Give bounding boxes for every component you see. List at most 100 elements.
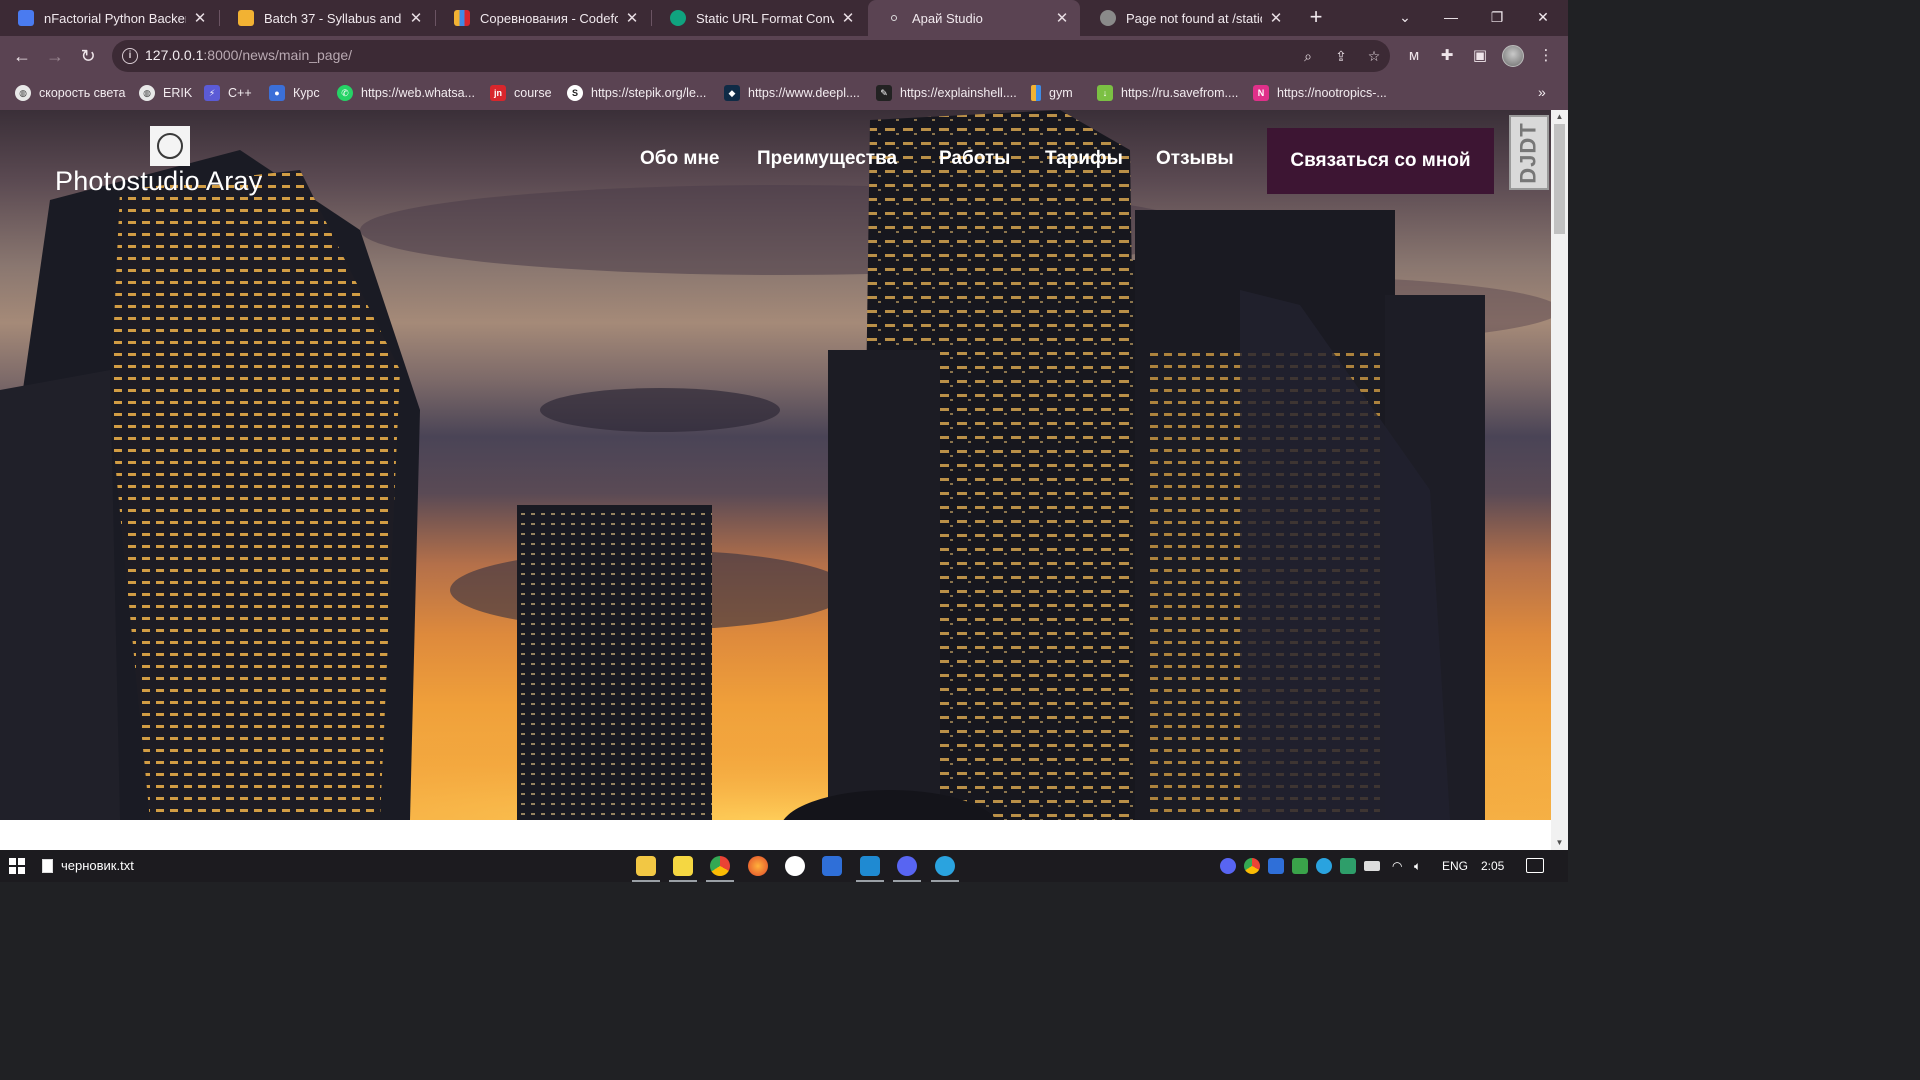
bars-icon [1031, 85, 1041, 101]
bookmark-label: course [514, 86, 552, 100]
logo-circle-icon [150, 126, 190, 166]
bookmark-label: https://web.whatsa... [361, 86, 475, 100]
profile-avatar[interactable] [1502, 45, 1524, 67]
close-icon[interactable]: ✕ [624, 9, 640, 27]
nav-advantages[interactable]: Преимущества [757, 148, 897, 174]
wifi-icon[interactable]: ◠ [1392, 859, 1402, 873]
forward-icon[interactable]: → [41, 42, 69, 70]
globe-icon: ◍ [139, 85, 155, 101]
bookmark-label: https://www.deepl.... [748, 86, 860, 100]
bookmark-item[interactable]: Nhttps://nootropics-... [1253, 84, 1387, 102]
window-close-icon[interactable]: ✕ [1520, 0, 1566, 34]
nav-about[interactable]: Обо мне [640, 148, 720, 174]
bookmark-label: https://explainshell.... [900, 86, 1017, 100]
extension-m-icon[interactable]: ᴍ [1404, 46, 1424, 66]
tray-m-icon[interactable] [1268, 858, 1284, 874]
menu-kebab-icon[interactable]: ⋮ [1536, 46, 1556, 66]
tray-discord-icon[interactable] [1220, 858, 1236, 874]
close-icon[interactable]: ✕ [1268, 9, 1284, 27]
bookmark-star-icon[interactable]: ☆ [1366, 48, 1382, 64]
maximize-icon[interactable]: ❐ [1474, 0, 1520, 34]
browser-toolbar: ← → ↻ i 127.0.0.1:8000/news/main_page/ ⌕… [0, 36, 1568, 76]
bookmark-item[interactable]: ◍ ERIK [139, 84, 192, 102]
nav-works[interactable]: Работы [939, 148, 1010, 174]
zoom-icon[interactable]: ⌕ [1300, 48, 1316, 64]
bookmarks-overflow-icon[interactable]: » [1538, 84, 1546, 100]
nav-reviews[interactable]: Отзывы [1156, 148, 1234, 174]
site-info-icon[interactable]: i [122, 48, 138, 64]
sticky-notes-icon[interactable] [669, 856, 697, 882]
tab-favicon [454, 10, 470, 26]
volume-icon[interactable]: 🔈︎ [1414, 859, 1421, 874]
bookmark-label: скорость света [39, 86, 126, 100]
bookmark-item[interactable]: ⚡ C++ [204, 84, 252, 102]
tab-favicon [238, 10, 254, 26]
page-scrollbar[interactable]: ▲ ▼ [1551, 110, 1568, 850]
firefox-icon[interactable] [748, 856, 768, 876]
url-path: :8000/news/main_page/ [203, 47, 353, 63]
tab-search-icon[interactable]: ⌄ [1382, 0, 1428, 34]
discord-icon[interactable] [893, 856, 921, 882]
share-icon[interactable]: ⇪ [1333, 48, 1349, 64]
tab-favicon [18, 10, 34, 26]
close-icon[interactable]: ✕ [408, 9, 424, 27]
tray-chrome-icon[interactable] [1244, 858, 1260, 874]
nav-pricing[interactable]: Тарифы [1045, 148, 1123, 174]
bookmark-item[interactable]: ◆ https://www.deepl.... [724, 84, 860, 102]
tab-page-not-found[interactable]: Page not found at /static/n ✕ [1082, 0, 1294, 36]
debug-toolbar-handle[interactable]: DJDT [1509, 115, 1549, 190]
side-panel-icon[interactable]: ▣ [1470, 46, 1490, 66]
hero-section: Photostudio Aray Обо мне Преимущества Ра… [0, 110, 1551, 820]
close-icon[interactable]: ✕ [840, 9, 856, 27]
bookmark-label: ERIK [163, 86, 193, 100]
yandex-browser-icon[interactable] [785, 856, 805, 876]
chrome-icon[interactable] [706, 856, 734, 882]
tray-network-app-icon[interactable] [1340, 858, 1356, 874]
bookmark-item[interactable]: ✎ https://explainshell.... [876, 84, 1017, 102]
text-file-icon [42, 858, 53, 873]
battery-icon[interactable] [1364, 861, 1380, 871]
scrollbar-thumb[interactable] [1554, 124, 1565, 234]
close-icon[interactable]: ✕ [192, 9, 208, 27]
tray-nvidia-icon[interactable] [1292, 858, 1308, 874]
bookmark-item[interactable]: jn course [490, 84, 552, 102]
extensions-puzzle-icon[interactable]: ✚ [1437, 46, 1457, 66]
tab-chatgpt[interactable]: Static URL Format Conversio ✕ [652, 0, 866, 36]
tray-telegram-icon[interactable] [1316, 858, 1332, 874]
tab-codeforces[interactable]: Соревнования - Codeforce ✕ [436, 0, 650, 36]
clock-time[interactable]: 2:05 [1481, 859, 1504, 873]
close-icon[interactable]: ✕ [1054, 9, 1070, 27]
file-explorer-icon[interactable] [632, 856, 660, 882]
new-tab-button[interactable]: + [1304, 5, 1328, 29]
bookmark-item[interactable]: ↓ https://ru.savefrom.... [1097, 84, 1238, 102]
tab-batch37[interactable]: Batch 37 - Syllabus and ma ✕ [220, 0, 434, 36]
bookmark-label: https://ru.savefrom.... [1121, 86, 1239, 100]
telegram-icon[interactable] [931, 856, 959, 882]
scroll-down-icon[interactable]: ▼ [1551, 836, 1568, 850]
bookmark-label: Курс [293, 86, 320, 100]
tab-aray-studio[interactable]: Арай Studio ✕ [868, 0, 1080, 36]
taskbar-open-file[interactable]: черновик.txt [42, 858, 134, 873]
bookmark-item[interactable]: Shttps://stepik.org/le... [567, 84, 706, 102]
bookmark-item[interactable]: ● Курс [269, 84, 320, 102]
contact-me-button[interactable]: Связаться со мной [1267, 128, 1494, 194]
bookmark-item[interactable]: ◍ скорость света [15, 84, 126, 102]
vscode-icon[interactable] [856, 856, 884, 882]
notifications-icon[interactable] [1526, 858, 1544, 873]
tab-nfactorial[interactable]: nFactorial Python Backend ✕ [0, 0, 218, 36]
windows-taskbar: черновик.txt ◠ 🔈︎ ENG 2:05 [0, 850, 1568, 882]
back-icon[interactable]: ← [8, 42, 36, 70]
bookmark-item[interactable]: ✆ https://web.whatsa... [337, 84, 475, 102]
minimize-icon[interactable]: — [1428, 0, 1474, 34]
tab-title: Page not found at /static/n [1126, 10, 1262, 26]
reload-icon[interactable]: ↻ [74, 42, 102, 70]
input-language[interactable]: ENG [1442, 859, 1468, 873]
address-url[interactable]: 127.0.0.1:8000/news/main_page/ [145, 47, 352, 63]
calculator-icon[interactable] [822, 856, 842, 876]
windows-start-icon[interactable] [9, 858, 25, 874]
scroll-up-icon[interactable]: ▲ [1551, 110, 1568, 124]
bookmark-item[interactable]: gym [1031, 84, 1073, 102]
address-bar[interactable]: i 127.0.0.1:8000/news/main_page/ ⌕ ⇪ ☆ [112, 40, 1390, 72]
bookmark-label: C++ [228, 86, 252, 100]
open-file-name: черновик.txt [61, 858, 134, 873]
